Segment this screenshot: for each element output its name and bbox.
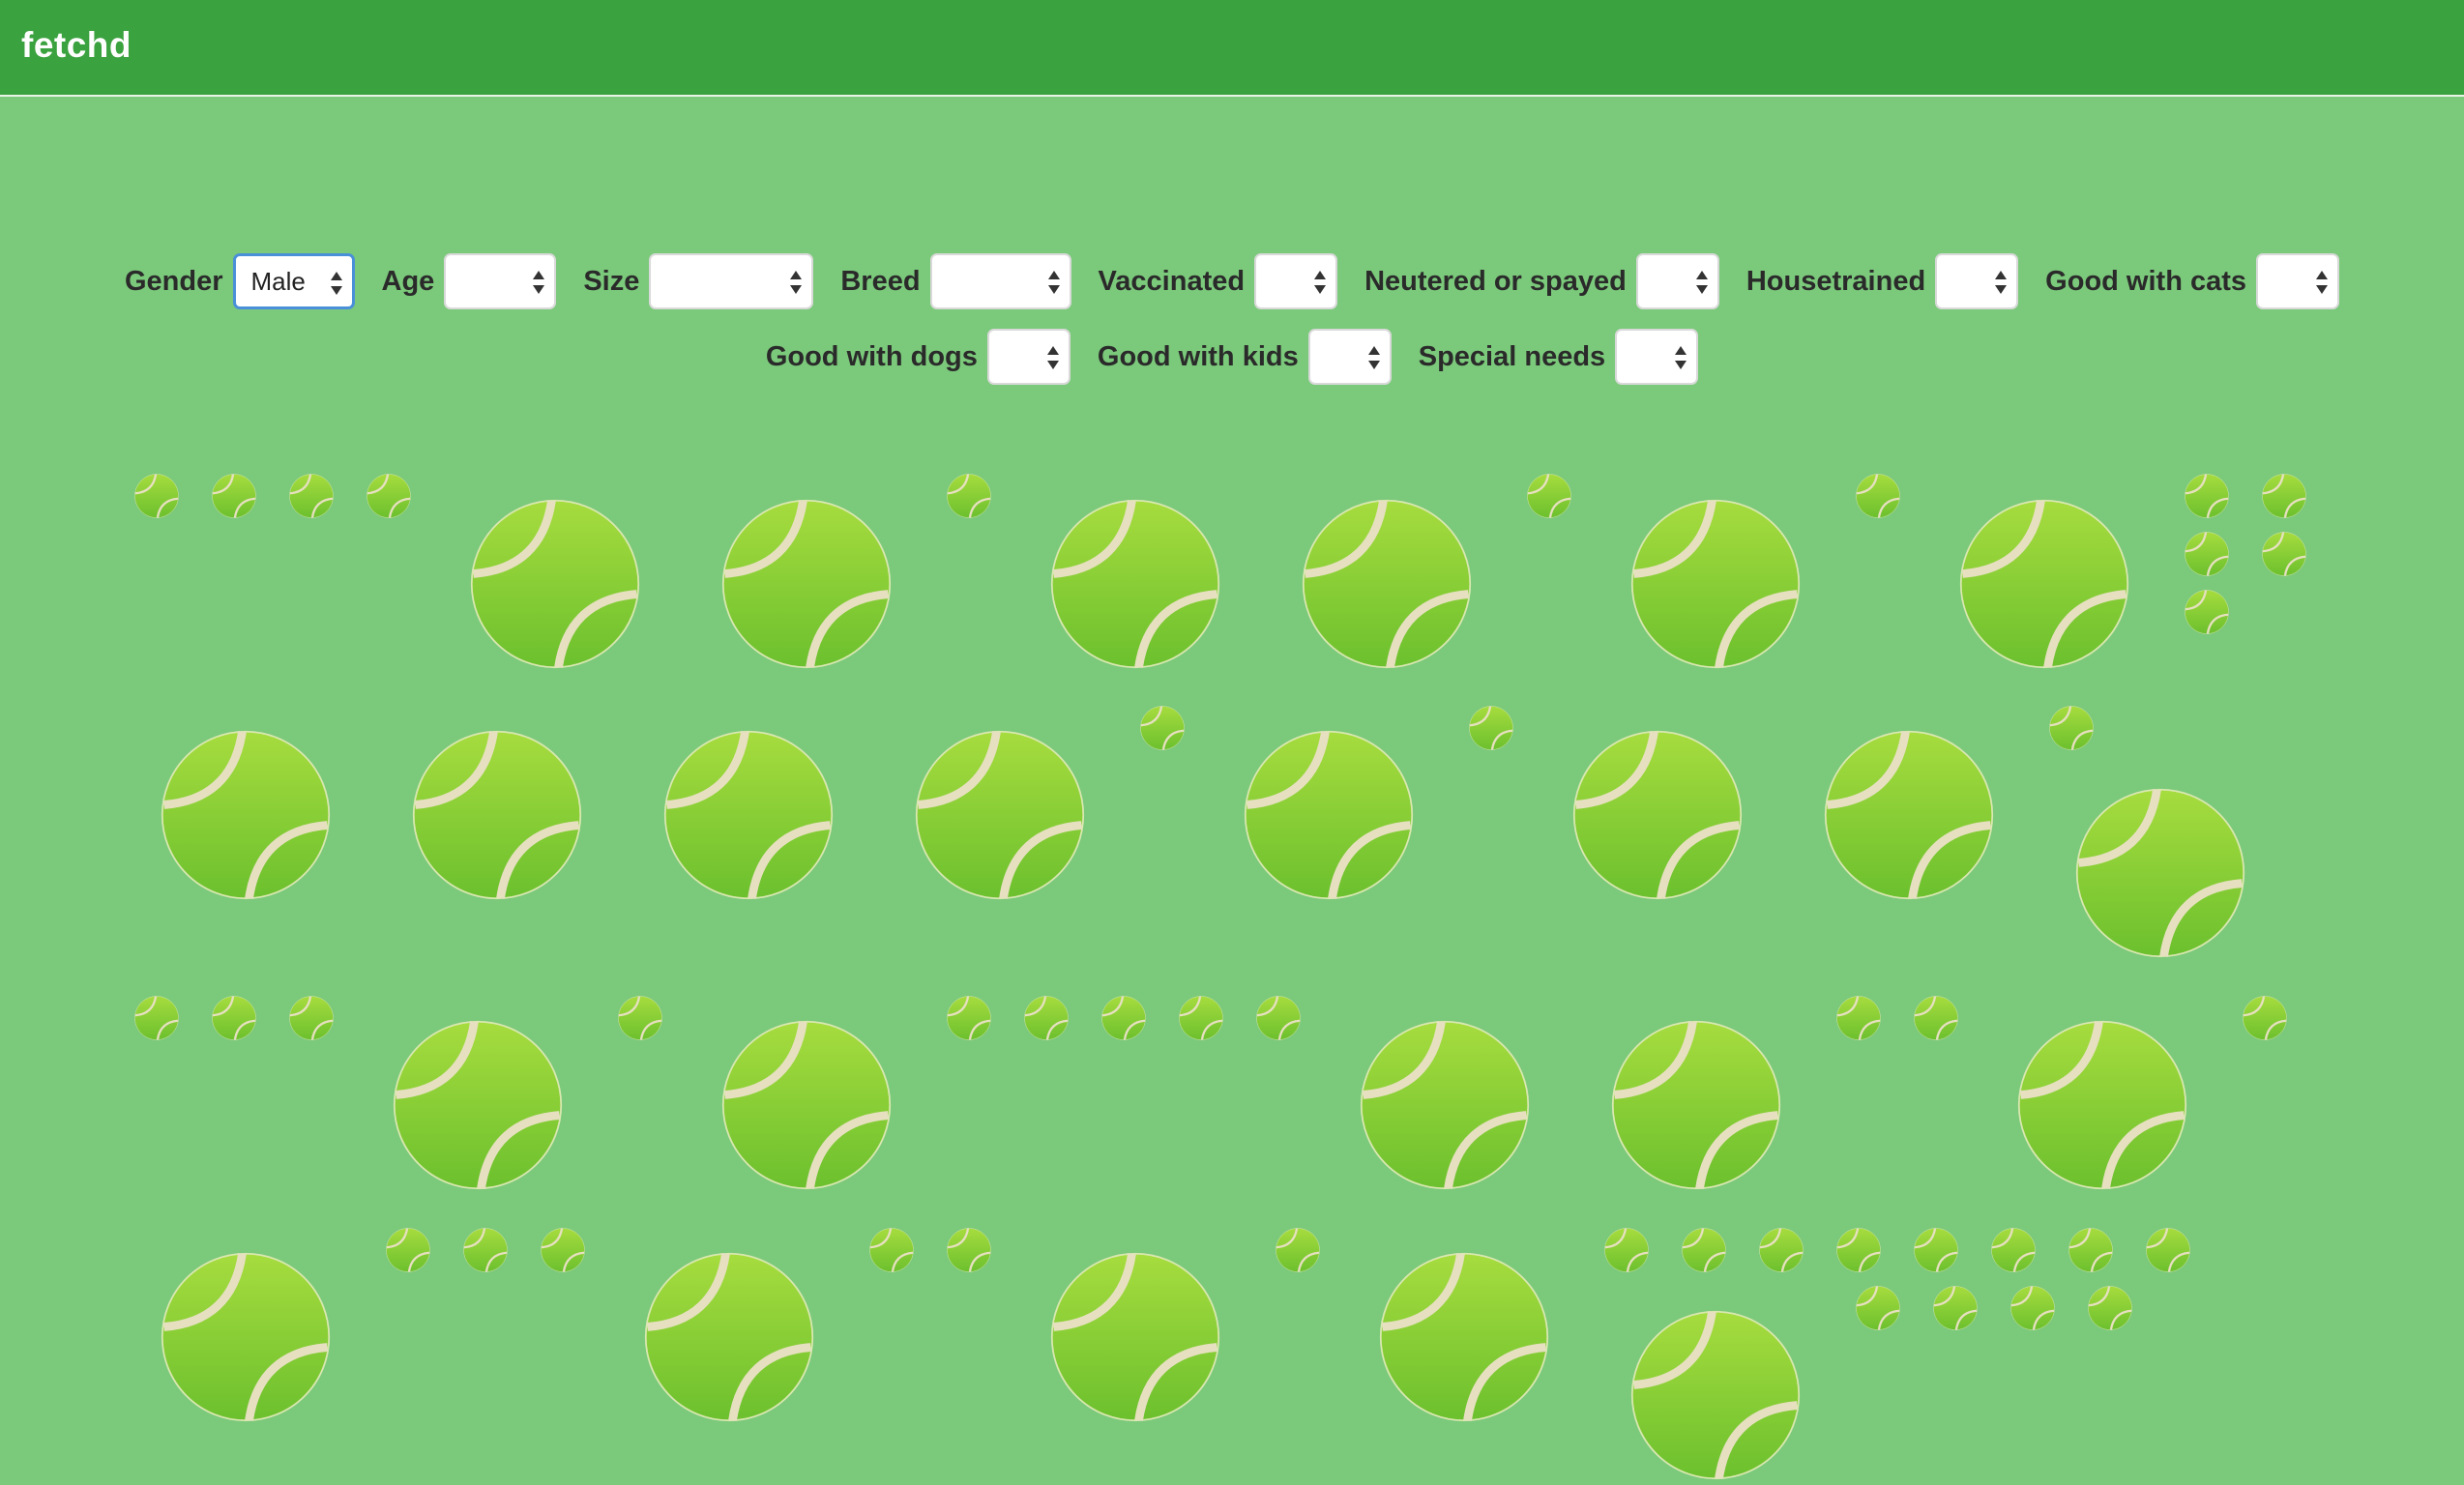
tennis-ball-icon[interactable] — [1302, 499, 1472, 669]
tennis-ball-icon[interactable] — [1630, 499, 1801, 669]
tennis-ball-icon — [1101, 996, 1146, 1040]
tennis-ball-icon — [947, 1228, 991, 1272]
tennis-ball-icon — [2262, 532, 2306, 576]
tennis-ball-icon — [212, 996, 256, 1040]
tennis-ball-icon — [386, 1228, 430, 1272]
tennis-ball-icon — [1527, 474, 1571, 518]
tennis-ball-icon — [1759, 1228, 1804, 1272]
tennis-ball-icon — [2088, 1286, 2132, 1330]
tennis-ball-icon — [1856, 1286, 1900, 1330]
tennis-ball-icon — [541, 1228, 585, 1272]
tennis-ball-icon — [2185, 532, 2229, 576]
tennis-ball-icon[interactable] — [1824, 730, 1994, 900]
tennis-ball-icon — [289, 474, 334, 518]
tennis-ball-icon — [2068, 1228, 2113, 1272]
tennis-ball-icon[interactable] — [161, 730, 331, 900]
tennis-ball-icon[interactable] — [663, 730, 834, 900]
tennis-ball-icon — [1856, 474, 1900, 518]
tennis-ball-icon — [463, 1228, 508, 1272]
tennis-ball-icon[interactable] — [1611, 1020, 1781, 1190]
tennis-ball-icon — [1836, 1228, 1881, 1272]
tennis-ball-icon — [2010, 1286, 2055, 1330]
tennis-ball-icon — [1682, 1228, 1726, 1272]
tennis-ball-icon — [134, 996, 179, 1040]
tennis-ball-icon — [1140, 706, 1185, 750]
tennis-ball-icon[interactable] — [393, 1020, 563, 1190]
tennis-ball-icon — [1179, 996, 1223, 1040]
tennis-ball-icon[interactable] — [644, 1252, 814, 1422]
tennis-ball-icon — [2243, 996, 2287, 1040]
tennis-ball-icon — [2185, 590, 2229, 634]
tennis-ball-icon — [947, 474, 991, 518]
tennis-ball-icon[interactable] — [1244, 730, 1414, 900]
tennis-ball-icon — [212, 474, 256, 518]
tennis-ball-icon — [134, 474, 179, 518]
tennis-ball-icon — [1991, 1228, 2036, 1272]
tennis-ball-icon — [2262, 474, 2306, 518]
tennis-ball-icon[interactable] — [2017, 1020, 2187, 1190]
tennis-ball-icon[interactable] — [1360, 1020, 1530, 1190]
tennis-ball-icon — [1914, 1228, 1958, 1272]
tennis-ball-icon — [1933, 1286, 1978, 1330]
tennis-ball-icon — [1604, 1228, 1649, 1272]
tennis-ball-icon[interactable] — [412, 730, 582, 900]
tennis-ball-icon — [2146, 1228, 2190, 1272]
tennis-ball-icon[interactable] — [1379, 1252, 1549, 1422]
tennis-ball-icon[interactable] — [1050, 499, 1220, 669]
tennis-ball-icon — [1914, 996, 1958, 1040]
tennis-ball-icon — [289, 996, 334, 1040]
tennis-ball-icon — [1256, 996, 1301, 1040]
tennis-ball-icon[interactable] — [161, 1252, 331, 1422]
tennis-ball-icon — [2185, 474, 2229, 518]
tennis-ball-icon — [618, 996, 662, 1040]
tennis-ball-icon — [869, 1228, 914, 1272]
tennis-ball-icon — [367, 474, 411, 518]
tennis-ball-icon[interactable] — [915, 730, 1085, 900]
tennis-ball-icon[interactable] — [721, 1020, 892, 1190]
tennis-ball-icon[interactable] — [2075, 788, 2245, 958]
tennis-ball-icon — [1276, 1228, 1320, 1272]
tennis-ball-icon[interactable] — [721, 499, 892, 669]
tennis-ball-icon[interactable] — [1050, 1252, 1220, 1422]
tennis-ball-icon[interactable] — [1630, 1310, 1801, 1480]
tennis-ball-icon[interactable] — [1959, 499, 2129, 669]
tennis-ball-icon — [947, 996, 991, 1040]
tennis-ball-icon — [1469, 706, 1513, 750]
tennis-ball-icon — [2049, 706, 2094, 750]
tennis-ball-icon[interactable] — [1572, 730, 1743, 900]
tennis-ball-icon[interactable] — [470, 499, 640, 669]
pet-results-grid — [0, 0, 2464, 1480]
tennis-ball-icon — [1836, 996, 1881, 1040]
tennis-ball-icon — [1024, 996, 1069, 1040]
